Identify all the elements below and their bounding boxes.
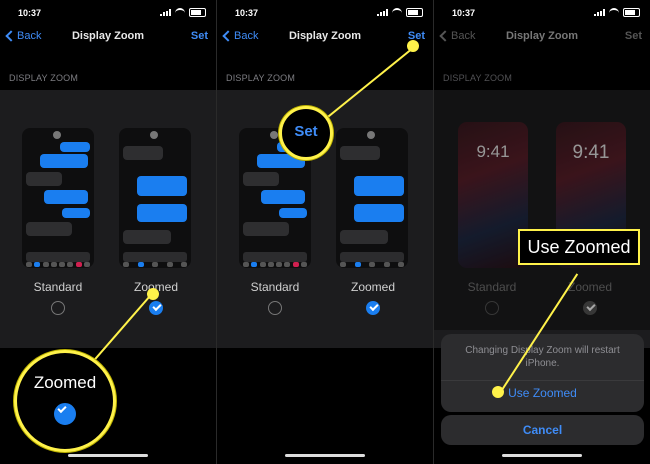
action-sheet-message: Changing Display Zoom will restart iPhon… bbox=[465, 345, 620, 369]
avatar-icon bbox=[270, 131, 278, 139]
message-bubble bbox=[123, 230, 171, 244]
dim-overlay bbox=[434, 60, 650, 330]
zoomed-preview[interactable] bbox=[336, 128, 408, 268]
home-indicator bbox=[285, 454, 365, 457]
cellular-signal-icon bbox=[594, 9, 605, 16]
nav-bar: Back Display Zoom Set bbox=[217, 30, 433, 46]
app-strip bbox=[26, 262, 90, 268]
standard-label: Standard bbox=[250, 280, 300, 294]
zoomed-label: Zoomed bbox=[350, 280, 396, 294]
callout-dot bbox=[407, 40, 419, 52]
message-bubble bbox=[123, 146, 163, 160]
message-bubble bbox=[137, 204, 187, 222]
cellular-signal-icon bbox=[377, 9, 388, 16]
message-bubble bbox=[62, 208, 90, 218]
nav-bar: Back Display Zoom Set bbox=[434, 30, 650, 46]
message-bubble bbox=[279, 208, 307, 218]
set-button[interactable]: Set bbox=[191, 30, 208, 42]
section-header: DISPLAY ZOOM bbox=[226, 73, 296, 83]
callout-label: Zoomed bbox=[33, 373, 97, 392]
message-bubble bbox=[60, 142, 90, 152]
cancel-label: Cancel bbox=[522, 423, 563, 437]
standard-preview[interactable] bbox=[22, 128, 94, 268]
avatar-icon bbox=[150, 131, 158, 139]
battery-icon bbox=[406, 8, 423, 17]
input-bar bbox=[243, 252, 307, 262]
message-bubble bbox=[26, 222, 72, 236]
status-icons bbox=[160, 8, 206, 17]
wifi-icon bbox=[609, 8, 619, 17]
zoomed-callout: Zoomed bbox=[14, 350, 116, 452]
action-sheet-divider bbox=[441, 380, 644, 381]
standard-radio[interactable] bbox=[268, 301, 282, 315]
set-button[interactable]: Set bbox=[625, 30, 642, 42]
zoomed-radio[interactable] bbox=[149, 301, 163, 315]
message-bubble bbox=[354, 176, 404, 196]
screen-panel-3: 10:37 Back Display Zoom Set DISPLAY ZOOM… bbox=[434, 0, 650, 464]
battery-icon bbox=[189, 8, 206, 17]
battery-icon bbox=[623, 8, 640, 17]
use-zoomed-button[interactable]: Use Zoomed bbox=[441, 386, 644, 400]
zoomed-preview[interactable] bbox=[119, 128, 191, 268]
message-bubble bbox=[40, 154, 88, 168]
standard-radio[interactable] bbox=[51, 301, 65, 315]
app-strip bbox=[243, 262, 307, 268]
screen-panel-2: 10:37 Back Display Zoom Set DISPLAY ZOOM… bbox=[217, 0, 433, 464]
message-bubble bbox=[44, 190, 88, 204]
app-strip bbox=[340, 262, 404, 268]
message-bubble bbox=[243, 222, 289, 236]
set-callout: Set bbox=[279, 106, 333, 160]
nav-title: Display Zoom bbox=[288, 30, 362, 42]
nav-bar: Back Display Zoom Set bbox=[0, 30, 216, 46]
status-time: 10:37 bbox=[18, 8, 42, 18]
message-bubble bbox=[354, 204, 404, 222]
message-bubble bbox=[261, 190, 305, 204]
section-header: DISPLAY ZOOM bbox=[9, 73, 79, 83]
callout-dot bbox=[147, 288, 159, 300]
message-bubble bbox=[26, 172, 62, 186]
zoomed-radio[interactable] bbox=[366, 301, 380, 315]
home-indicator bbox=[502, 454, 582, 457]
home-indicator bbox=[68, 454, 148, 457]
cellular-signal-icon bbox=[160, 9, 171, 16]
action-sheet: Changing Display Zoom will restart iPhon… bbox=[441, 334, 644, 412]
callout-label: Set bbox=[294, 123, 318, 140]
callout-dot bbox=[492, 386, 504, 398]
message-bubble bbox=[340, 146, 380, 160]
callout-checkmark-icon bbox=[54, 403, 76, 425]
app-strip bbox=[123, 262, 187, 268]
cancel-button[interactable]: Cancel bbox=[441, 415, 644, 445]
input-bar bbox=[123, 252, 187, 262]
wifi-icon bbox=[392, 8, 402, 17]
wifi-icon bbox=[175, 8, 185, 17]
message-bubble bbox=[243, 172, 279, 186]
nav-title: Display Zoom bbox=[505, 30, 579, 42]
status-icons bbox=[594, 8, 640, 17]
status-time: 10:37 bbox=[235, 8, 259, 18]
message-bubble bbox=[340, 230, 388, 244]
nav-title: Display Zoom bbox=[71, 30, 145, 42]
avatar-icon bbox=[367, 131, 375, 139]
avatar-icon bbox=[53, 131, 61, 139]
input-bar bbox=[26, 252, 90, 262]
message-bubble bbox=[137, 176, 187, 196]
screen-panel-1: 10:37 Back Display Zoom Set DISPLAY ZOOM… bbox=[0, 0, 216, 464]
status-time: 10:37 bbox=[452, 8, 476, 18]
use-zoomed-callout: Use Zoomed bbox=[518, 229, 640, 265]
input-bar bbox=[340, 252, 404, 262]
status-icons bbox=[377, 8, 423, 17]
standard-label: Standard bbox=[33, 280, 83, 294]
